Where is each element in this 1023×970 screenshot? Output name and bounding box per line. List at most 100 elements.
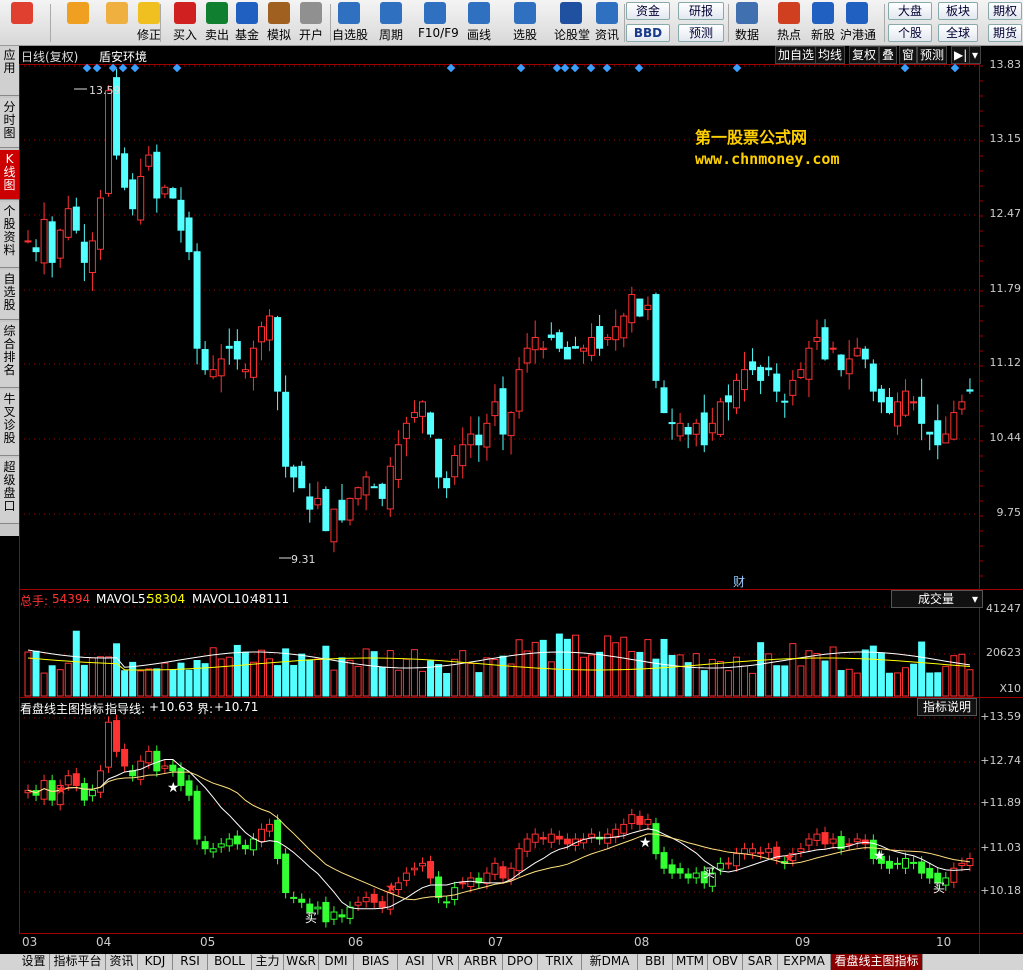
candle-body — [185, 217, 193, 253]
candle-body — [129, 179, 137, 210]
fin-marker[interactable]: 财 — [733, 573, 745, 590]
axis-label: +12.74 — [980, 754, 1021, 767]
bottom-tab-16[interactable]: BBI — [638, 954, 673, 970]
toolbar-button-13[interactable]: 选股 — [508, 2, 542, 44]
month-label: 07 — [488, 935, 504, 949]
candle-body — [910, 401, 918, 404]
toolbar-button-15[interactable]: 资讯 — [590, 2, 624, 44]
bottom-tab-19[interactable]: SAR — [743, 954, 778, 970]
candle-body — [950, 412, 958, 440]
event-diamond-icon — [108, 63, 118, 73]
candle-body — [435, 438, 443, 478]
toolbar-button-4[interactable]: 买入 — [168, 2, 202, 44]
bottom-tab-0[interactable]: 设置 — [18, 954, 50, 970]
candle-body — [274, 317, 282, 392]
bottom-tab-21[interactable]: 看盘线主图指标 — [831, 954, 923, 970]
toolbar-pill-0[interactable]: 资金 — [626, 2, 670, 20]
toolbar-button-12[interactable]: 画线 — [462, 2, 496, 44]
toolbar-button-0[interactable] — [2, 2, 42, 44]
chart-frame — [19, 64, 980, 934]
candle-body — [354, 487, 362, 500]
candle-body — [193, 251, 201, 349]
candle-body — [821, 327, 829, 360]
bottom-tab-2[interactable]: 资讯 — [106, 954, 138, 970]
indicator-help-button[interactable]: 指标说明 — [917, 698, 977, 716]
volume-selector[interactable]: 成交量 ▾ — [891, 590, 983, 608]
top-button-5[interactable]: 预测 — [917, 46, 948, 64]
candle-body — [402, 422, 410, 439]
bottom-tab-3[interactable]: KDJ — [138, 954, 173, 970]
bottom-tab-9[interactable]: BIAS — [354, 954, 398, 970]
toolbar-button-11[interactable]: F10/F9 — [418, 2, 459, 44]
side-tab-3[interactable]: 个股资料 — [0, 202, 19, 268]
indicator-body — [539, 837, 547, 840]
bottom-tab-1[interactable]: 指标平台 — [50, 954, 106, 970]
volume-bar — [934, 672, 942, 697]
toolbar-pill-2[interactable]: 研报 — [678, 2, 724, 20]
top-button-0[interactable]: 加自选 — [775, 46, 818, 64]
bottom-tab-17[interactable]: MTM — [673, 954, 708, 970]
toolbar-pill-5[interactable]: 板块 — [938, 2, 978, 20]
toolbar-button-10[interactable]: 周期 — [374, 2, 408, 44]
bottom-tab-7[interactable]: W&R — [284, 954, 319, 970]
top-button-3[interactable]: 叠 — [879, 46, 898, 64]
bottom-tab-6[interactable]: 主力 — [252, 954, 284, 970]
bottom-tab-8[interactable]: DMI — [319, 954, 354, 970]
toolbar-pill-9[interactable]: 期货 — [988, 24, 1022, 42]
toolbar-button-2[interactable] — [100, 2, 134, 44]
toolbar-button-8[interactable]: 开户 — [294, 2, 328, 44]
bottom-tab-4[interactable]: RSI — [173, 954, 208, 970]
toolbar-button-18[interactable]: 新股 — [806, 2, 840, 44]
candle-body — [169, 188, 177, 199]
chart-area[interactable]: ★ ★ ★ ★ ★ ★ 买买买 日线(复权) 盾安环境 加自选 均线 复权叠窗预测 ▶| ▾ 第一股… — [19, 46, 1023, 954]
bottom-tab-13[interactable]: DPO — [503, 954, 538, 970]
top-button-1[interactable]: 均线 — [815, 46, 846, 64]
toolbar-button-1[interactable] — [58, 2, 98, 44]
volume-bar — [161, 662, 169, 697]
candle-body — [773, 373, 781, 392]
side-tab-7[interactable]: 超级盘口 — [0, 458, 19, 524]
indicator-body — [459, 882, 467, 885]
indicator-body — [113, 720, 121, 752]
chevron-down-icon[interactable]: ▾ — [969, 46, 982, 64]
candle-body — [660, 387, 668, 414]
candle-body — [716, 401, 724, 435]
toolbar-pill-4[interactable]: 大盘 — [888, 2, 932, 20]
side-tab-1[interactable]: 分时图 — [0, 98, 19, 148]
bottom-tab-10[interactable]: ASI — [398, 954, 433, 970]
toolbar-button-9[interactable]: 自选股 — [332, 2, 368, 44]
top-button-2[interactable]: 复权 — [849, 46, 880, 64]
top-button-4[interactable]: 窗 — [899, 46, 918, 64]
candle-body — [700, 412, 708, 446]
toolbar-button-5[interactable]: 卖出 — [200, 2, 234, 44]
toolbar-pill-6[interactable]: 个股 — [888, 24, 932, 42]
windows-logo-icon — [11, 2, 33, 24]
candle-body — [266, 315, 274, 341]
toolbar-button-6[interactable]: 基金 — [230, 2, 264, 44]
toolbar-pill-1[interactable]: BBD — [626, 24, 670, 42]
toolbar-pill-3[interactable]: 预测 — [678, 24, 724, 42]
side-tab-4[interactable]: 自选股 — [0, 270, 19, 320]
toolbar-separator — [330, 4, 331, 42]
bottom-tab-15[interactable]: 新DMA — [582, 954, 638, 970]
bottom-tab-20[interactable]: EXPMA — [778, 954, 831, 970]
toolbar-button-14[interactable]: 论股堂 — [554, 2, 590, 44]
side-tab-2[interactable]: K线图 — [0, 150, 19, 200]
toolbar-button-16[interactable]: 数据 — [730, 2, 764, 44]
side-tab-0[interactable]: 应用 — [0, 46, 19, 96]
side-tab-5[interactable]: 综合排名 — [0, 322, 19, 388]
bottom-tab-5[interactable]: BOLL — [208, 954, 252, 970]
bottom-tab-14[interactable]: TRIX — [538, 954, 582, 970]
toolbar-pill-7[interactable]: 全球 — [938, 24, 978, 42]
toolbar-button-17[interactable]: 热点 — [772, 2, 806, 44]
toolbar-button-7[interactable]: 模拟 — [262, 2, 296, 44]
buy-icon — [174, 2, 196, 24]
side-tab-6[interactable]: 牛叉诊股 — [0, 390, 19, 456]
bottom-tab-12[interactable]: ARBR — [459, 954, 503, 970]
toolbar-pill-8[interactable]: 期权 — [988, 2, 1022, 20]
bottom-tab-18[interactable]: OBV — [708, 954, 743, 970]
fund-icon — [236, 2, 258, 24]
collapse-icon[interactable]: ▶| — [951, 46, 971, 64]
toolbar-button-19[interactable]: 沪港通 — [840, 2, 876, 44]
bottom-tab-11[interactable]: VR — [433, 954, 459, 970]
